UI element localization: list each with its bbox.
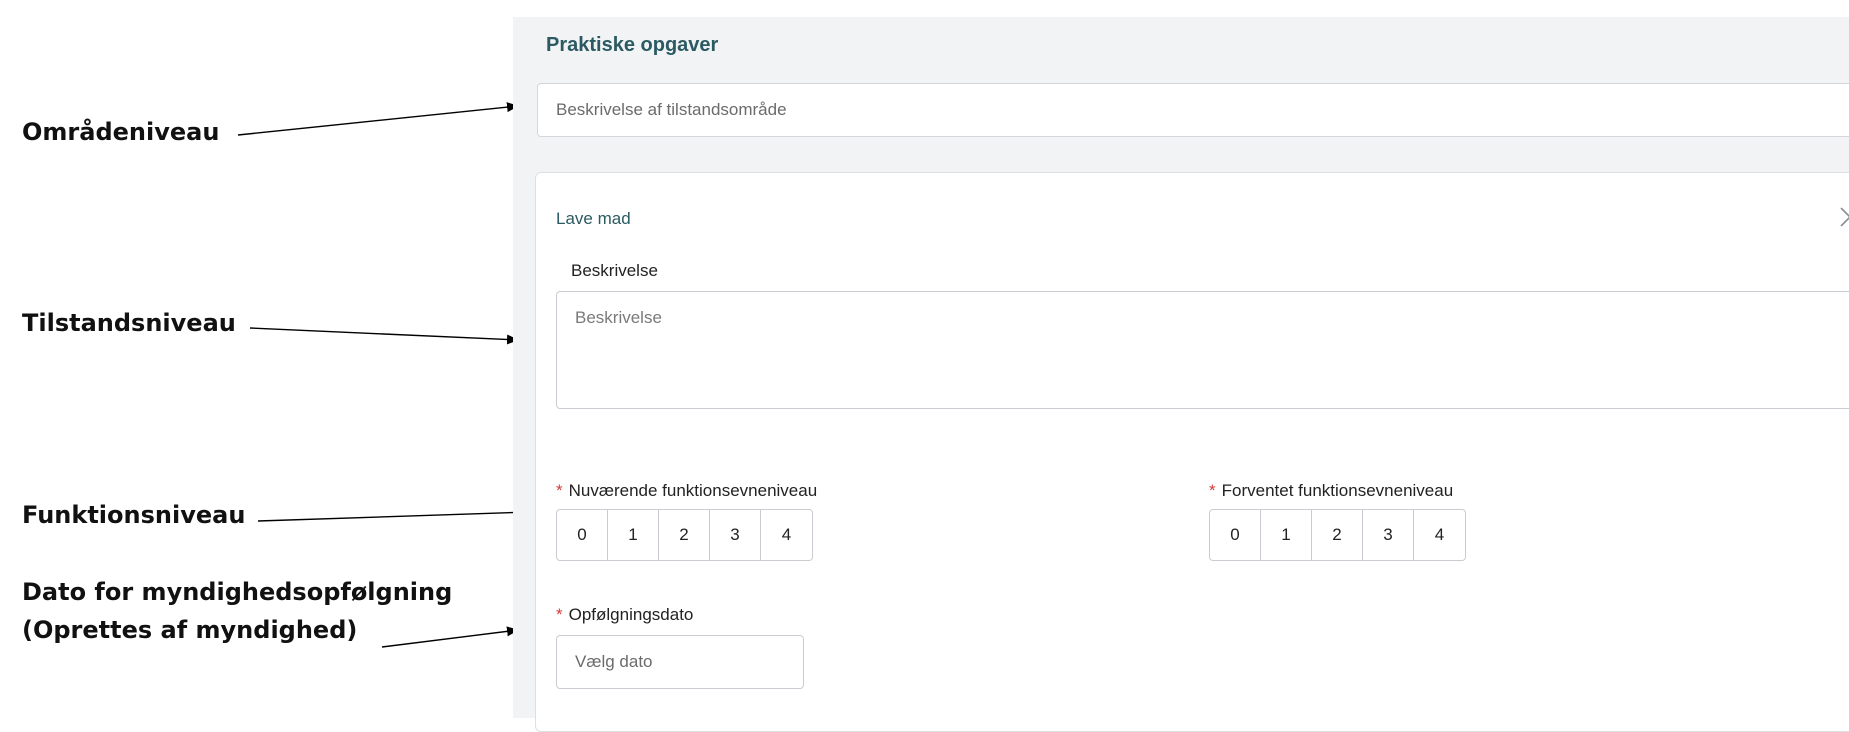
arrow-follow-up (381, 626, 519, 648)
arrow-area-level (237, 102, 519, 136)
required-mark: * (1209, 481, 1216, 500)
section-title: Praktiske opgaver (546, 34, 719, 56)
expected-level-option-3[interactable]: 3 (1363, 510, 1414, 560)
description-label: Beskrivelse (571, 261, 658, 280)
follow-up-label: * Opfølgningsdato (556, 605, 693, 625)
current-level-label: * Nuværende funktionsevneniveau (556, 481, 817, 501)
close-icon[interactable] (1836, 203, 1849, 231)
description-textarea[interactable] (556, 291, 1849, 409)
expected-level-option-2[interactable]: 2 (1312, 510, 1363, 560)
expected-level-option-4[interactable]: 4 (1414, 510, 1465, 560)
annotation-follow-up-line1: Dato for myndighedsopfølgning (22, 578, 453, 606)
required-mark: * (556, 481, 563, 500)
follow-up-date-input[interactable] (556, 635, 804, 689)
annotation-follow-up-line2: (Oprettes af myndighed) (22, 616, 358, 644)
follow-up-label-text: Opfølgningsdato (568, 605, 694, 624)
form-panel: Praktiske opgaver Lave mad Beskrivelse *… (513, 17, 1849, 732)
expected-level-option-0[interactable]: 0 (1210, 510, 1261, 560)
current-level-option-4[interactable]: 4 (761, 510, 812, 560)
annotation-area-level: Områdeniveau (22, 118, 220, 146)
card-title: Lave mad (556, 209, 631, 228)
annotation-function-level: Funktionsniveau (22, 501, 246, 529)
arrow-function-level (257, 507, 531, 522)
current-level-option-0[interactable]: 0 (557, 510, 608, 560)
arrow-state-level (249, 327, 519, 345)
expected-level-label-text: Forventet funktionsevneniveau (1221, 481, 1454, 500)
state-card: Lave mad Beskrivelse * Nuværende funktion… (535, 172, 1849, 732)
required-mark: * (556, 605, 563, 624)
current-level-option-2[interactable]: 2 (659, 510, 710, 560)
expected-level-option-1[interactable]: 1 (1261, 510, 1312, 560)
current-level-selector: 0 1 2 3 4 (556, 509, 813, 561)
current-level-option-3[interactable]: 3 (710, 510, 761, 560)
area-description-input[interactable] (537, 83, 1849, 137)
current-level-option-1[interactable]: 1 (608, 510, 659, 560)
annotation-state-level: Tilstandsniveau (22, 309, 236, 337)
expected-level-label: * Forventet funktionsevneniveau (1209, 481, 1453, 501)
expected-level-selector: 0 1 2 3 4 (1209, 509, 1466, 561)
current-level-label-text: Nuværende funktionsevneniveau (568, 481, 818, 500)
